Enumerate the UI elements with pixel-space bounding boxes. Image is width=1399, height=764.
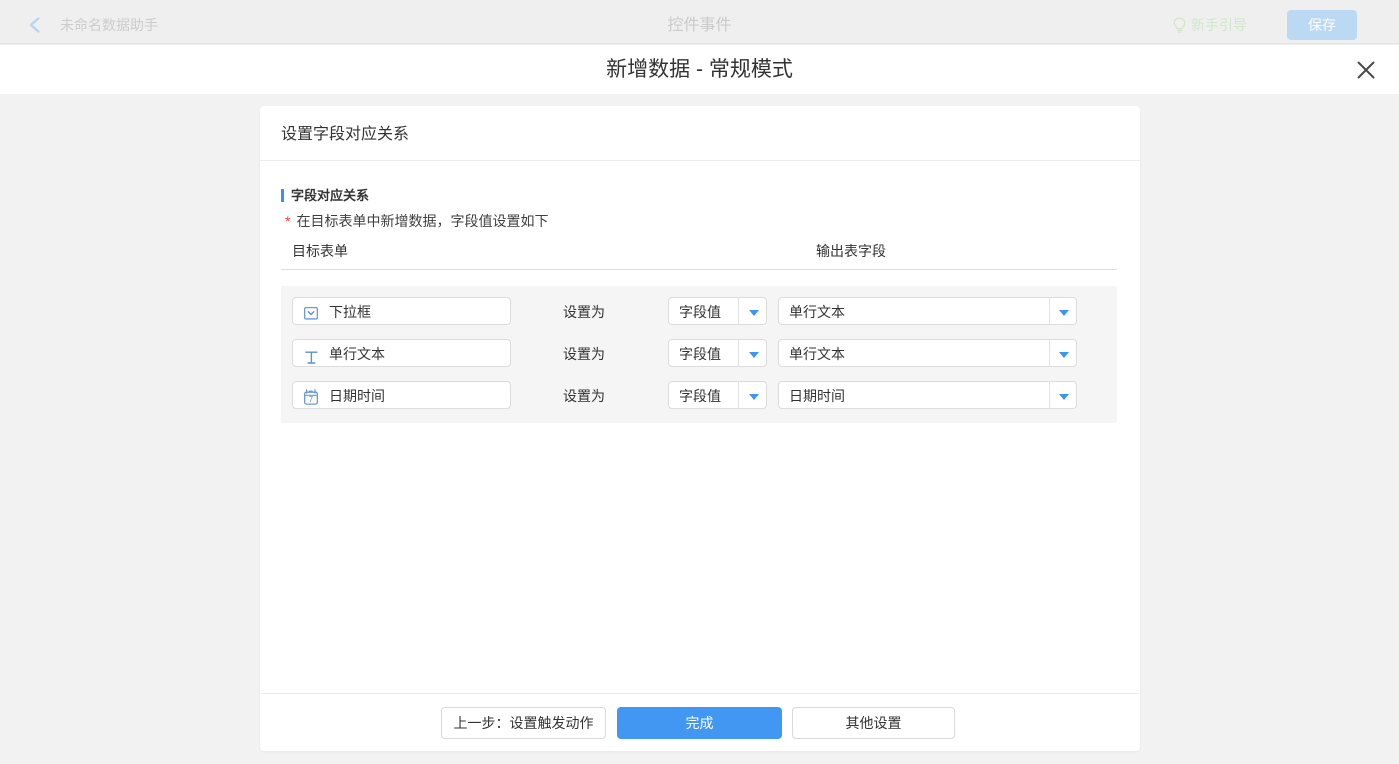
svg-text:7: 7 xyxy=(309,395,314,404)
